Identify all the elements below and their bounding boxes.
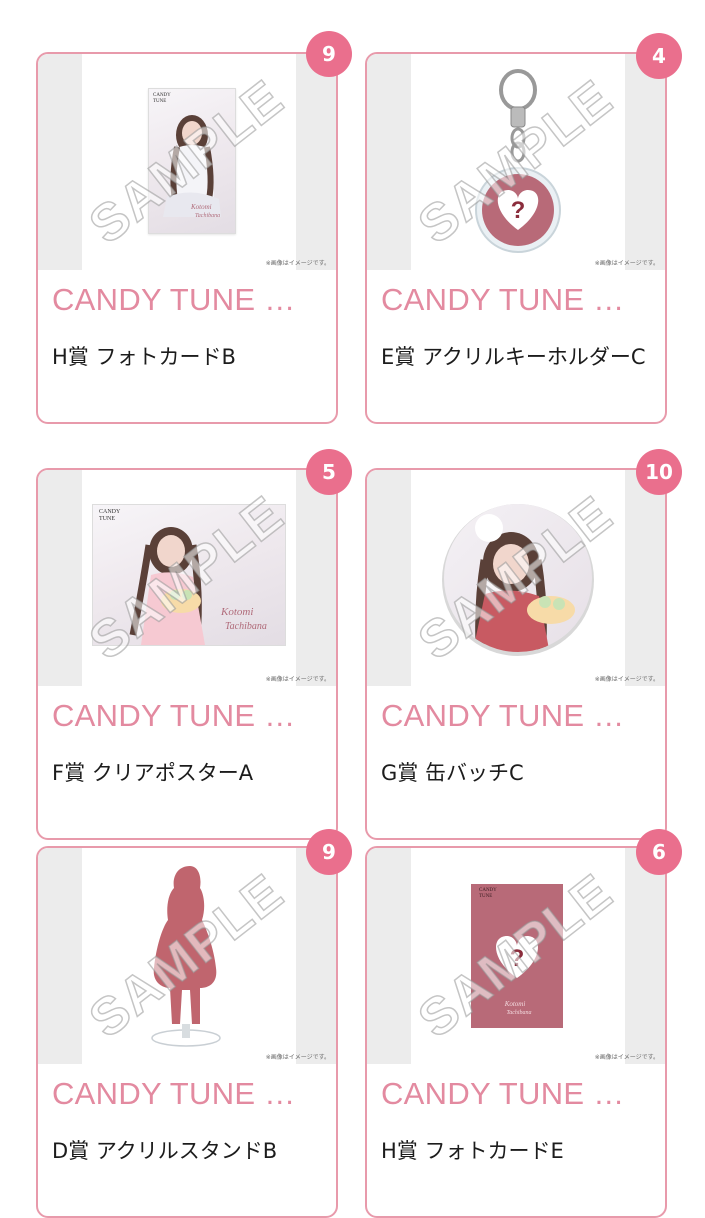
count-badge: 9: [306, 31, 352, 77]
svg-text:Tachibana: Tachibana: [195, 213, 220, 219]
prize-name: G賞 缶バッチC: [381, 761, 524, 785]
image-note: ※画像はイメージです。: [265, 260, 330, 267]
item-image: CANDY TUNE Kotomi Tachibana SAMPLE ※画像はイ…: [38, 54, 336, 270]
secret-photo-card-image: CANDY TUNE ? Kotomi Tachibana: [471, 884, 563, 1028]
prize-name: F賞 クリアポスターA: [52, 761, 254, 785]
count-badge: 5: [306, 449, 352, 495]
item-title: CANDY TUNE …: [52, 282, 296, 317]
can-badge-image: [442, 504, 594, 656]
item-title: CANDY TUNE …: [52, 1076, 296, 1111]
count-badge: 10: [636, 449, 682, 495]
svg-text:?: ?: [510, 945, 525, 972]
mystery-heart-icon: ? Kotomi Tachibana: [496, 936, 538, 1016]
svg-text:Kotomi: Kotomi: [504, 1000, 526, 1008]
prize-grid: CANDY TUNE Kotomi Tachibana SAMPLE ※画像はイ…: [0, 0, 705, 1218]
prize-card[interactable]: SAMPLE ※画像はイメージです。 CANDY TUNE … D賞 アクリルス…: [36, 846, 338, 1218]
item-image: SAMPLE ※画像はイメージです。: [367, 470, 665, 686]
svg-text:Tachibana: Tachibana: [506, 1010, 531, 1016]
prize-card[interactable]: SAMPLE ※画像はイメージです。 CANDY TUNE … G賞 缶バッチC: [365, 468, 667, 840]
prize-name: H賞 フォトカードE: [381, 1139, 564, 1163]
item-image: ? SAMPLE ※画像はイメージです。: [367, 54, 665, 270]
item-title: CANDY TUNE …: [381, 282, 625, 317]
svg-text:?: ?: [511, 197, 526, 224]
item-image: CANDY TUNE Kotomi Tachibana SAMPLE ※画像はイ…: [38, 470, 336, 686]
image-note: ※画像はイメージです。: [594, 676, 659, 683]
item-image: CANDY TUNE ? Kotomi Tachibana SAMPLE ※画像…: [367, 848, 665, 1064]
item-image: SAMPLE ※画像はイメージです。: [38, 848, 336, 1064]
svg-text:Kotomi: Kotomi: [220, 606, 253, 618]
clear-poster-image: CANDY TUNE Kotomi Tachibana: [92, 504, 286, 646]
idol-figure: Kotomi Tachibana: [129, 527, 267, 645]
keyholder-image: ?: [475, 69, 561, 253]
svg-text:Tachibana: Tachibana: [225, 621, 267, 632]
image-note: ※画像はイメージです。: [265, 1054, 330, 1061]
count-badge: 6: [636, 829, 682, 875]
prize-card[interactable]: CANDY TUNE ? Kotomi Tachibana SAMPLE ※画像…: [365, 846, 667, 1218]
image-note: ※画像はイメージです。: [594, 1054, 659, 1061]
prize-name: E賞 アクリルキーホルダーC: [381, 345, 646, 369]
prize-card[interactable]: ? SAMPLE ※画像はイメージです。 CANDY TUNE … E賞 アクリ…: [365, 52, 667, 424]
prize-card[interactable]: CANDY TUNE Kotomi Tachibana SAMPLE ※画像はイ…: [36, 52, 338, 424]
image-note: ※画像はイメージです。: [265, 676, 330, 683]
count-badge: 4: [636, 33, 682, 79]
photo-card-image: CANDY TUNE Kotomi Tachibana: [148, 88, 236, 234]
svg-text:Kotomi: Kotomi: [190, 203, 212, 211]
acrylic-stand-image: [151, 866, 221, 1047]
image-note: ※画像はイメージです。: [594, 260, 659, 267]
item-title: CANDY TUNE …: [52, 698, 296, 733]
prize-name: D賞 アクリルスタンドB: [52, 1139, 278, 1163]
prize-name: H賞 フォトカードB: [52, 345, 236, 369]
item-title: CANDY TUNE …: [381, 1076, 625, 1111]
idol-figure: Kotomi Tachibana: [163, 115, 221, 219]
item-title: CANDY TUNE …: [381, 698, 625, 733]
count-badge: 9: [306, 829, 352, 875]
prize-card[interactable]: CANDY TUNE Kotomi Tachibana SAMPLE ※画像はイ…: [36, 468, 338, 840]
